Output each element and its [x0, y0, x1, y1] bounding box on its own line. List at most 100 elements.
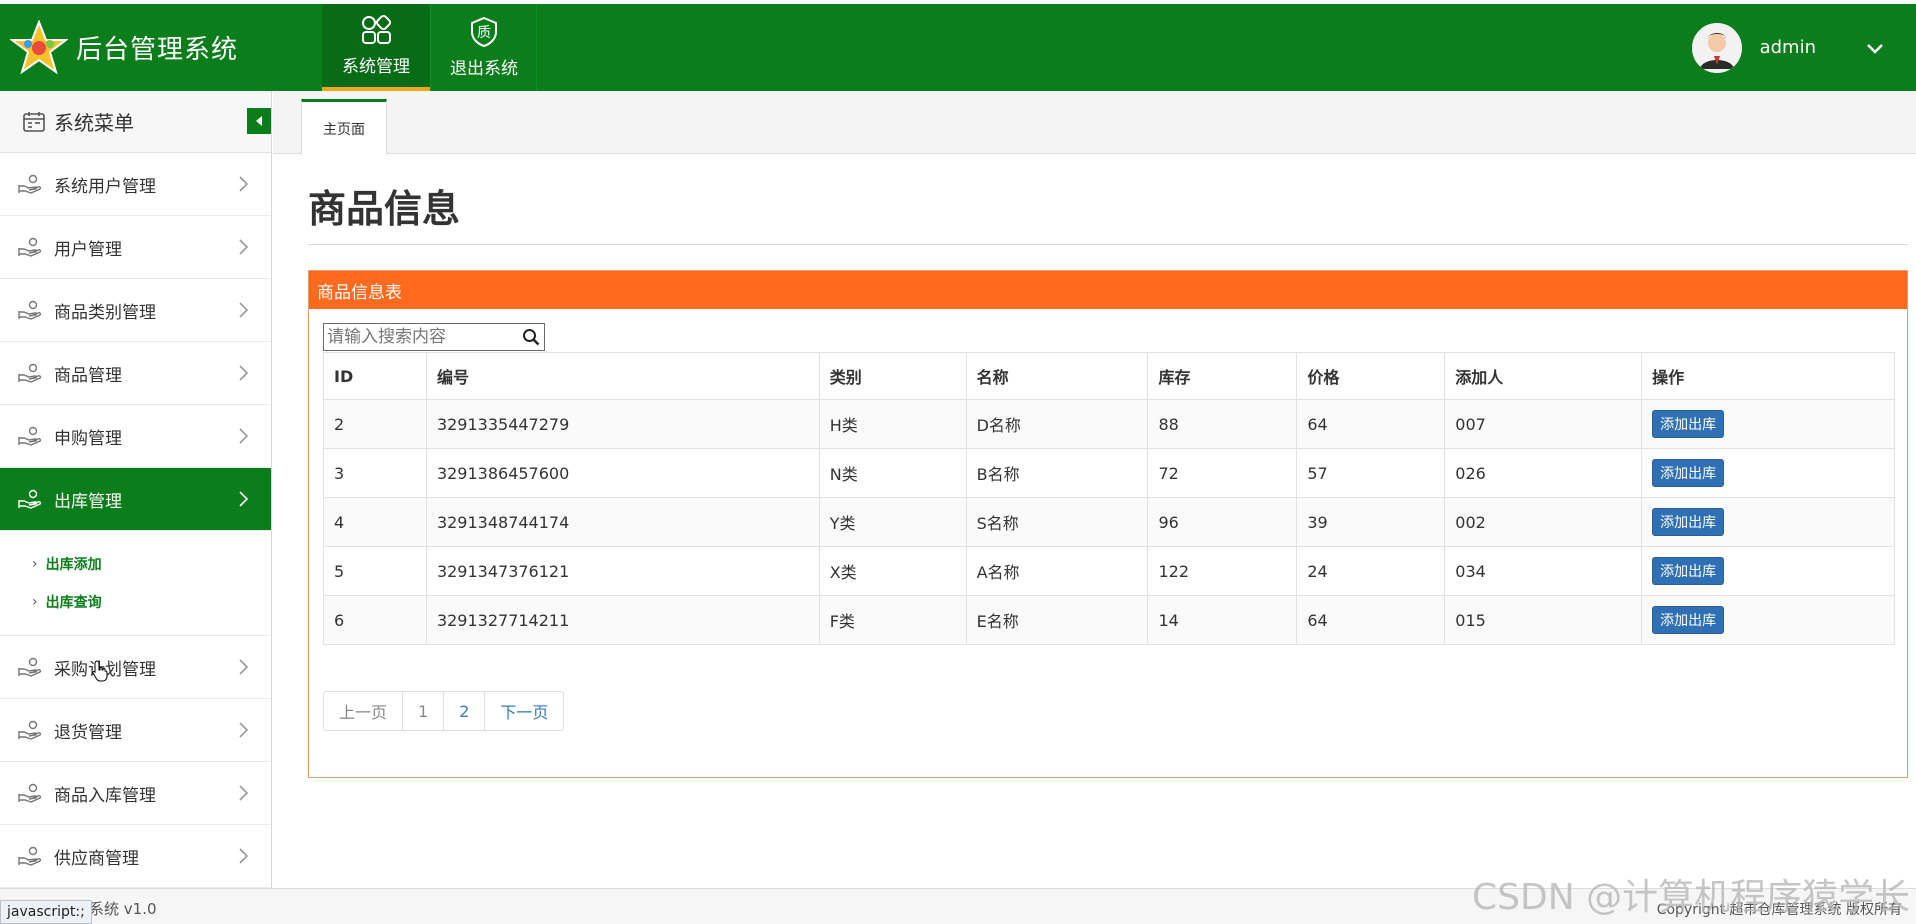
- sidebar-item-returns[interactable]: 退货管理: [0, 699, 271, 762]
- sidebar-item-suppliers[interactable]: 供应商管理: [0, 825, 271, 888]
- svg-text:质: 质: [477, 25, 491, 41]
- shield-quality-icon: 质: [471, 16, 497, 48]
- cell-added-by: 015: [1444, 595, 1643, 645]
- cell-added-by: 002: [1444, 497, 1643, 547]
- calendar-menu-icon: [23, 111, 45, 132]
- sidebar-item-system-users[interactable]: 系统用户管理: [0, 153, 271, 216]
- cell-category: X类: [818, 546, 967, 596]
- sidebar-item-purchase-request[interactable]: 申购管理: [0, 405, 271, 468]
- chevron-right-icon: [239, 722, 249, 738]
- cell-name: A名称: [965, 546, 1149, 596]
- tabs-bar: 主页面: [273, 91, 1916, 155]
- chevron-right-icon: [239, 785, 249, 801]
- submenu-outbound-add[interactable]: › 出库添加: [32, 545, 271, 583]
- cell-price: 64: [1296, 399, 1446, 449]
- hand-money-icon: [18, 720, 42, 740]
- sidebar-item-label: 退货管理: [54, 722, 122, 743]
- page-button-2[interactable]: 2: [444, 692, 486, 730]
- user-name: admin: [1759, 37, 1816, 58]
- next-page-button[interactable]: 下一页: [485, 692, 563, 730]
- sidebar-item-label: 出库管理: [54, 491, 122, 512]
- caret-left-icon: [256, 116, 262, 126]
- nav-system-management[interactable]: 系统管理: [322, 4, 430, 91]
- cell-action: 添加出库: [1641, 399, 1895, 449]
- cell-stock: 72: [1147, 448, 1298, 498]
- cell-category: N类: [818, 448, 967, 498]
- cell-price: 57: [1296, 448, 1446, 498]
- cell-added-by: 007: [1444, 399, 1643, 449]
- nav-separator: [536, 4, 537, 91]
- cell-stock: 14: [1147, 595, 1298, 645]
- hand-money-icon: [18, 300, 42, 320]
- page-title: 商品信息: [308, 187, 461, 231]
- sidebar-item-product-category[interactable]: 商品类别管理: [0, 279, 271, 342]
- chevron-right-icon: [239, 491, 249, 507]
- col-stock-header: 库存: [1147, 352, 1298, 400]
- top-header: 后台管理系统 系统管理 质 退出系统 admin: [0, 0, 1916, 91]
- sidebar: 系统菜单 系统用户管理 用户管理 商品类别管理 商品管理 申购管理 出库管理 › 出库添加 › 出…: [0, 91, 272, 888]
- cell-name: E名称: [965, 595, 1149, 645]
- cell-code: 3291327714211: [425, 595, 820, 645]
- sidebar-item-users[interactable]: 用户管理: [0, 216, 271, 279]
- cell-name: D名称: [965, 399, 1149, 449]
- col-price-header: 价格: [1296, 352, 1446, 400]
- sidebar-item-label: 商品类别管理: [54, 302, 156, 323]
- hand-money-icon: [18, 174, 42, 194]
- add-outbound-button[interactable]: 添加出库: [1652, 508, 1725, 536]
- cell-stock: 88: [1147, 399, 1298, 449]
- cell-added-by: 034: [1444, 546, 1643, 596]
- nav-logout-label: 退出系统: [450, 59, 518, 79]
- sidebar-submenu: › 出库添加 › 出库查询: [0, 531, 271, 636]
- sidebar-header: 系统菜单: [0, 91, 271, 153]
- cell-id: 4: [323, 497, 427, 547]
- hand-money-icon: [18, 426, 42, 446]
- sidebar-collapse-button[interactable]: [247, 108, 271, 134]
- col-added-by-header: 添加人: [1444, 352, 1643, 400]
- cell-code: 3291386457600: [425, 448, 820, 498]
- table-row: 3 3291386457600 N类 B名称 72 57 026 添加出库: [323, 448, 1895, 498]
- chevron-right-icon: [239, 365, 249, 381]
- search-input[interactable]: [324, 324, 514, 350]
- col-id-header: ID: [323, 352, 427, 400]
- table-row: 2 3291335447279 H类 D名称 88 64 007 添加出库: [323, 399, 1895, 449]
- chevron-right-icon: [239, 176, 249, 192]
- sidebar-item-products[interactable]: 商品管理: [0, 342, 271, 405]
- nav-system-management-label: 系统管理: [342, 57, 410, 77]
- cell-code: 3291335447279: [425, 399, 820, 449]
- add-outbound-button[interactable]: 添加出库: [1652, 459, 1725, 487]
- sidebar-item-outbound[interactable]: 出库管理: [0, 468, 271, 531]
- sidebar-item-purchase-plan[interactable]: 采购计划管理: [0, 636, 271, 699]
- page-button-1[interactable]: 1: [403, 692, 445, 730]
- chevron-down-icon[interactable]: [1864, 37, 1886, 59]
- hand-money-icon: [18, 489, 42, 509]
- small-chevron-icon: ›: [32, 594, 38, 610]
- table-header-row: ID 编号 类别 名称 库存 价格 添加人 操作: [323, 352, 1895, 400]
- sidebar-item-label: 商品入库管理: [54, 785, 156, 806]
- submenu-outbound-query[interactable]: › 出库查询: [32, 583, 271, 621]
- cell-price: 64: [1296, 595, 1446, 645]
- col-name-header: 名称: [965, 352, 1149, 400]
- add-outbound-button[interactable]: 添加出库: [1652, 557, 1725, 585]
- add-outbound-button[interactable]: 添加出库: [1652, 410, 1725, 438]
- sidebar-item-label: 用户管理: [54, 239, 122, 260]
- chevron-right-icon: [239, 302, 249, 318]
- grid-icon: [362, 14, 392, 44]
- add-outbound-button[interactable]: 添加出库: [1652, 606, 1725, 634]
- sidebar-item-label: 申购管理: [54, 428, 122, 449]
- nav-logout[interactable]: 质 退出系统: [430, 4, 538, 91]
- hand-money-icon: [18, 657, 42, 677]
- search-icon[interactable]: [522, 328, 540, 346]
- cell-id: 6: [323, 595, 427, 645]
- avatar[interactable]: [1691, 22, 1742, 73]
- product-table: ID 编号 类别 名称 库存 价格 添加人 操作 2 3291335447279 H…: [323, 352, 1895, 645]
- sidebar-item-label: 商品管理: [54, 365, 122, 386]
- prev-page-button[interactable]: 上一页: [324, 692, 404, 730]
- sidebar-item-label: 系统用户管理: [54, 176, 156, 197]
- submenu-label: 出库添加: [45, 557, 102, 573]
- cell-category: F类: [818, 595, 967, 645]
- cell-action: 添加出库: [1641, 448, 1895, 498]
- user-menu[interactable]: admin: [1691, 4, 1916, 91]
- sidebar-item-inbound[interactable]: 商品入库管理: [0, 762, 271, 825]
- tab-home[interactable]: 主页面: [301, 99, 387, 155]
- col-action-header: 操作: [1641, 352, 1895, 400]
